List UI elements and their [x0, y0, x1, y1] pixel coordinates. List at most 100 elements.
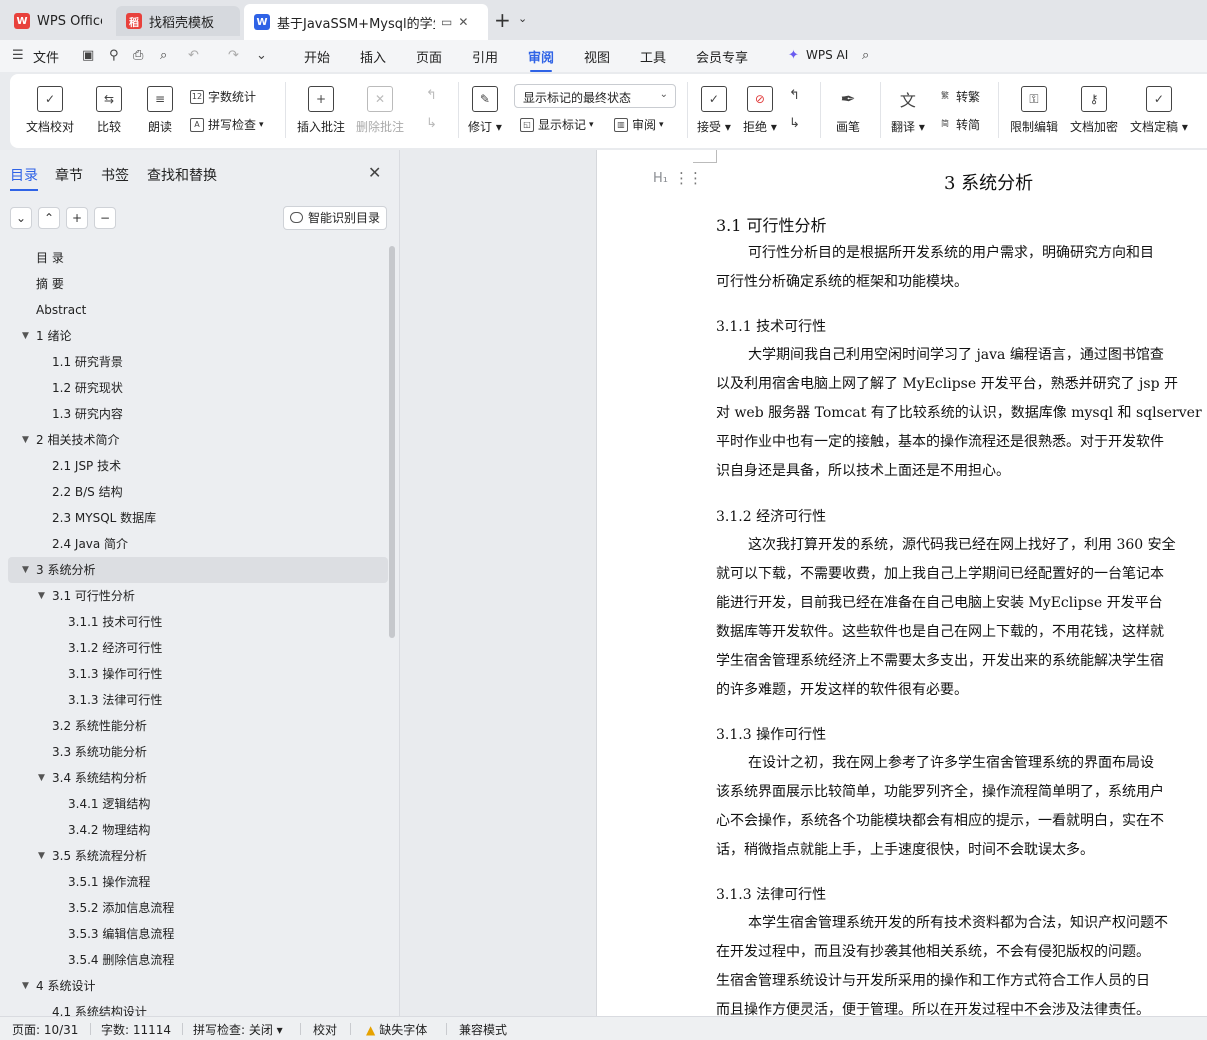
toc-item[interactable]: 2.4 Java 简介 — [8, 531, 388, 557]
chevron-down-icon[interactable]: ⌄ — [518, 12, 527, 25]
review-pane-button[interactable]: ▥ 审阅 ▾ — [614, 116, 664, 133]
delete-comment-button[interactable]: ✕ 删除批注 — [356, 86, 404, 135]
menu-review[interactable]: 审阅 — [528, 47, 554, 72]
menu-member[interactable]: 会员专享 — [696, 47, 748, 66]
encrypt-button[interactable]: ⚷ 文档加密 — [1070, 86, 1118, 135]
hamburger-icon[interactable]: ☰ — [12, 48, 24, 63]
tab-find-replace[interactable]: 查找和替换 — [147, 165, 217, 185]
print-icon[interactable]: ⎙ — [133, 48, 143, 63]
pen-button[interactable]: ✒ 画笔 — [835, 86, 861, 135]
undo-icon[interactable]: ↶ — [188, 48, 199, 63]
insert-comment-button[interactable]: + 插入批注 — [297, 86, 345, 135]
toc-item[interactable]: 1.3 研究内容 — [8, 401, 388, 427]
menu-wps-ai[interactable]: WPS AI — [806, 48, 848, 62]
toc-item[interactable]: 2.3 MYSQL 数据库 — [8, 505, 388, 531]
document-page[interactable]: H₁ ⋮⋮ 3 系统分析 3.1 可行性分析 可行性分析目的是根据所开发系统的用… — [596, 150, 1207, 1016]
menu-view[interactable]: 视图 — [584, 47, 610, 66]
translate-button[interactable]: 文 翻译 ▾ — [891, 86, 925, 135]
reject-button[interactable]: ⊘ 拒绝 ▾ — [743, 86, 777, 135]
next-comment-icon[interactable]: ↳ — [426, 116, 437, 131]
move-up-icon[interactable]: ⌃ — [38, 207, 60, 229]
revise-button[interactable]: ✎ 修订 ▾ — [468, 86, 502, 135]
word-count-status[interactable]: 字数: 11114 — [101, 1021, 171, 1038]
show-markup-button[interactable]: ◱ 显示标记 ▾ — [520, 116, 594, 133]
tab-bookmarks[interactable]: 书签 — [101, 165, 129, 185]
toc-item[interactable]: 摘 要 — [8, 271, 388, 297]
to-traditional-button[interactable]: 繁转繁 — [938, 88, 980, 105]
expand-caret-icon[interactable]: ▼ — [38, 583, 45, 609]
tab-document[interactable]: W 基于JavaSSM+Mysql的学生宿 ▭ ✕ — [244, 4, 488, 40]
monitor-icon[interactable]: ▭ — [441, 15, 452, 29]
menu-reference[interactable]: 引用 — [472, 47, 498, 66]
search-icon[interactable]: ⌕ — [862, 48, 869, 63]
toc-item[interactable]: ▼ 4 系统设计 — [8, 973, 388, 999]
accept-button[interactable]: ✓ 接受 ▾ — [697, 86, 731, 135]
next-change-icon[interactable]: ↳ — [789, 116, 800, 131]
toc-item[interactable]: 3.5.2 添加信息流程 — [8, 895, 388, 921]
toc-item[interactable]: 目 录 — [8, 245, 388, 271]
expand-caret-icon[interactable]: ▼ — [38, 765, 45, 791]
toc-item[interactable]: 3.1.3 法律可行性 — [8, 687, 388, 713]
toc-item[interactable]: 3.1.3 操作可行性 — [8, 661, 388, 687]
remove-heading-icon[interactable]: − — [94, 207, 116, 229]
menu-file[interactable]: 文件 — [33, 47, 59, 66]
to-simplified-button[interactable]: 简转简 — [938, 116, 980, 133]
toc-item[interactable]: 3.4.2 物理结构 — [8, 817, 388, 843]
menu-start[interactable]: 开始 — [304, 47, 330, 66]
toc-item[interactable]: ▼ 2 相关技术简介 — [8, 427, 388, 453]
markup-state-select[interactable]: 显示标记的最终状态 ⌄ — [514, 84, 676, 108]
menu-page[interactable]: 页面 — [416, 47, 442, 66]
page-indicator[interactable]: 页面: 10/31 — [12, 1021, 78, 1038]
share-icon[interactable]: ⚲ — [109, 48, 119, 63]
redo-icon[interactable]: ↷ — [228, 48, 239, 63]
toc-scrollbar[interactable] — [389, 246, 395, 638]
new-tab-icon[interactable]: + — [494, 9, 511, 31]
doc-check-button[interactable]: ✓ 文档校对 — [26, 86, 74, 135]
drag-handle-icon[interactable]: ⋮⋮ — [674, 169, 703, 187]
toc-item[interactable]: 3.5.4 删除信息流程 — [8, 947, 388, 973]
toc-item[interactable]: 3.3 系统功能分析 — [8, 739, 388, 765]
toc-item[interactable]: 2.2 B/S 结构 — [8, 479, 388, 505]
missing-font-status[interactable]: ▲ 缺失字体 — [366, 1021, 427, 1038]
expand-caret-icon[interactable]: ▼ — [22, 557, 29, 583]
menu-tools[interactable]: 工具 — [640, 47, 666, 66]
prev-change-icon[interactable]: ↰ — [789, 88, 800, 103]
tab-wps-office[interactable]: W WPS Office — [4, 6, 112, 36]
expand-caret-icon[interactable]: ▼ — [38, 843, 45, 869]
toc-item[interactable]: 1.1 研究背景 — [8, 349, 388, 375]
toc-item[interactable]: ▼ 3.5 系统流程分析 — [8, 843, 388, 869]
word-count-button[interactable]: 12 字数统计 — [190, 88, 256, 105]
close-icon[interactable]: ✕ — [458, 15, 468, 29]
proofread-status[interactable]: 校对 — [313, 1021, 337, 1038]
toc-item[interactable]: ▼ 3.1 可行性分析 — [8, 583, 388, 609]
toc-item[interactable]: ▼ 3 系统分析 — [8, 557, 388, 583]
toc-item[interactable]: 2.1 JSP 技术 — [8, 453, 388, 479]
toc-item[interactable]: 3.1.2 经济可行性 — [8, 635, 388, 661]
menu-insert[interactable]: 插入 — [360, 47, 386, 66]
expand-caret-icon[interactable]: ▼ — [22, 323, 29, 349]
expand-caret-icon[interactable]: ▼ — [22, 427, 29, 453]
toc-item[interactable]: ▼ 1 绪论 — [8, 323, 388, 349]
collapse-all-icon[interactable]: ⌄ — [10, 207, 32, 229]
toc-item[interactable]: 3.5.3 编辑信息流程 — [8, 921, 388, 947]
compare-button[interactable]: ⇆ 比较 — [96, 86, 122, 135]
tab-chapters[interactable]: 章节 — [55, 165, 83, 185]
prev-comment-icon[interactable]: ↰ — [426, 88, 437, 103]
restrict-edit-button[interactable]: ⚿ 限制编辑 — [1010, 86, 1058, 135]
toc-item[interactable]: 1.2 研究现状 — [8, 375, 388, 401]
smart-toc-button[interactable]: 智能识别目录 — [283, 206, 387, 230]
close-pane-icon[interactable]: ✕ — [368, 163, 381, 182]
finalize-button[interactable]: ✓ 文档定稿 ▾ — [1130, 86, 1188, 135]
toc-item[interactable]: 3.4.1 逻辑结构 — [8, 791, 388, 817]
toc-item[interactable]: 3.1.1 技术可行性 — [8, 609, 388, 635]
save-icon[interactable]: ▣ — [82, 48, 94, 63]
add-heading-icon[interactable]: + — [66, 207, 88, 229]
toc-item[interactable]: 3.2 系统性能分析 — [8, 713, 388, 739]
toc-item[interactable]: Abstract — [8, 297, 388, 323]
toc-item[interactable]: 3.5.1 操作流程 — [8, 869, 388, 895]
tab-toc[interactable]: 目录 — [10, 165, 38, 191]
tab-template[interactable]: 稻 找稻壳模板 — [116, 6, 240, 36]
spell-check-status[interactable]: 拼写检查: 关闭 ▾ — [193, 1021, 283, 1038]
toc-item[interactable]: ▼ 3.4 系统结构分析 — [8, 765, 388, 791]
expand-caret-icon[interactable]: ▼ — [22, 973, 29, 999]
